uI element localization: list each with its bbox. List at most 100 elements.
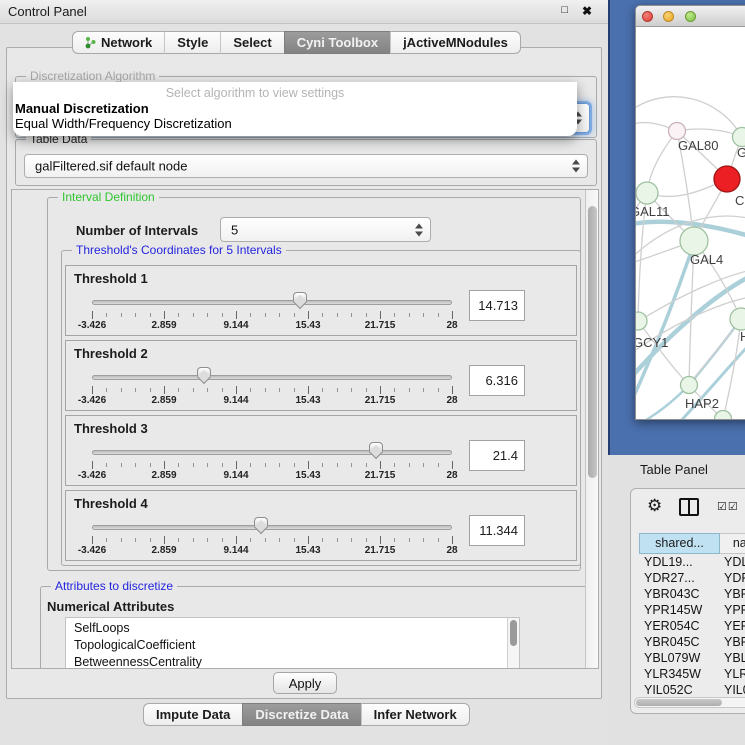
network-canvas[interactable]: GAL80GACGAL11GAL4GCY1HHAP2 xyxy=(636,27,745,419)
table-row[interactable]: YBR043CYBR0 xyxy=(639,586,745,602)
number-of-intervals-combobox[interactable]: 5 xyxy=(220,217,431,242)
tab-impute-data[interactable]: Impute Data xyxy=(143,703,242,726)
table-data-combobox[interactable]: galFiltered.sif default node xyxy=(24,154,588,178)
float-window-icon[interactable]: □ xyxy=(561,4,568,16)
threshold-value-field[interactable]: 11.344 xyxy=(469,515,525,546)
scrollbar-thumb[interactable] xyxy=(636,699,722,706)
column-header-shared[interactable]: shared... xyxy=(639,533,720,554)
table-row[interactable]: YDL19...YDL1 xyxy=(639,554,745,570)
threshold-box: Threshold 4 -3.4262.8599.14415.4321.71528… xyxy=(65,490,577,561)
tab-select[interactable]: Select xyxy=(220,31,283,54)
tab-infer-network[interactable]: Infer Network xyxy=(361,703,470,726)
network-node[interactable] xyxy=(680,227,708,255)
menu-item-equal-width-frequency[interactable]: Equal Width/Frequency Discretization xyxy=(13,116,577,131)
slider-track[interactable] xyxy=(92,375,452,380)
table-row[interactable]: YBR045CYBR0 xyxy=(639,634,745,650)
cell-name: YBR0 xyxy=(720,634,745,650)
table-data-value: galFiltered.sif default node xyxy=(35,159,187,174)
attribute-item[interactable]: TopologicalCoefficient xyxy=(74,637,519,654)
scrollbar-thumb[interactable] xyxy=(510,620,517,646)
slider-thumb[interactable] xyxy=(197,367,211,385)
combo-arrows-icon xyxy=(572,160,580,173)
tab-network[interactable]: Network xyxy=(72,31,164,54)
cell-shared-name: YBR043C xyxy=(639,586,720,602)
table-row[interactable]: YBL079WYBL0 xyxy=(639,650,745,666)
network-node[interactable] xyxy=(733,128,745,147)
threshold-boxes: Threshold 1-3.4262.8599.14415.4321.71528… xyxy=(65,265,577,565)
network-node[interactable] xyxy=(730,308,745,330)
table-row[interactable]: YDR27...YDR2 xyxy=(639,570,745,586)
minimize-traffic-light-icon[interactable] xyxy=(663,11,674,22)
network-window-titlebar[interactable] xyxy=(636,6,745,27)
slider-thumb[interactable] xyxy=(369,442,383,460)
node-label: GCY1 xyxy=(636,335,668,350)
tab-discretize-data[interactable]: Discretize Data xyxy=(242,703,360,726)
threshold-slider[interactable]: -3.4262.8599.14415.4321.71528 xyxy=(92,294,452,332)
threshold-value-field[interactable]: 6.316 xyxy=(469,365,525,396)
cell-shared-name: YBL079W xyxy=(639,650,720,666)
node-label: GAL4 xyxy=(690,252,723,267)
threshold-slider[interactable]: -3.4262.8599.14415.4321.71528 xyxy=(92,369,452,407)
table-header: shared... name xyxy=(639,533,745,554)
tab-cyni-toolbox[interactable]: Cyni Toolbox xyxy=(284,31,390,54)
threshold-slider[interactable]: -3.4262.8599.14415.4321.71528 xyxy=(92,444,452,482)
table-panel-box: ⚙ ☑☑ shared... name YDL19...YDL1YDR27...… xyxy=(630,488,745,714)
network-node[interactable] xyxy=(636,182,658,204)
slider-axis-labels: -3.4262.8599.14415.4321.71528 xyxy=(92,545,452,557)
table-panel-title: Table Panel xyxy=(640,462,708,477)
slider-track[interactable] xyxy=(92,300,452,305)
slider-track[interactable] xyxy=(92,450,452,455)
table-row[interactable]: YER054CYER0 xyxy=(639,618,745,634)
attribute-item[interactable]: BetweennessCentrality xyxy=(74,654,519,669)
network-icon xyxy=(85,36,96,49)
network-node[interactable] xyxy=(714,166,740,192)
close-icon[interactable]: ✖ xyxy=(582,4,592,18)
cell-name: YIL0 xyxy=(720,682,745,698)
gear-icon[interactable]: ⚙ xyxy=(647,496,662,516)
slider-track[interactable] xyxy=(92,525,452,530)
apply-button[interactable]: Apply xyxy=(273,672,337,694)
tab-style[interactable]: Style xyxy=(164,31,220,54)
cell-shared-name: YER054C xyxy=(639,618,720,634)
cell-name: YLR3 xyxy=(720,666,745,682)
threshold-value-field[interactable]: 21.4 xyxy=(469,440,525,471)
cyni-toolbox-content: Discretization Algorithm Table Data galF… xyxy=(6,47,602,699)
column-header-name[interactable]: name xyxy=(720,533,745,554)
table-row[interactable]: YIL052CYIL0 xyxy=(639,682,745,698)
network-graph[interactable]: GAL80GACGAL11GAL4GCY1HHAP2 xyxy=(636,27,745,419)
table-horizontal-scrollbar[interactable] xyxy=(634,697,745,708)
cell-shared-name: YDR27... xyxy=(639,570,720,586)
network-node[interactable] xyxy=(636,312,647,330)
slider-thumb[interactable] xyxy=(293,292,307,310)
tab-jactivemnodules[interactable]: jActiveMNodules xyxy=(390,31,521,54)
cell-name: YDR2 xyxy=(720,570,745,586)
node-label: H xyxy=(740,329,745,344)
interval-definition-group: Interval Definition Number of Intervals … xyxy=(47,197,581,571)
cell-shared-name: YLR345W xyxy=(639,666,720,682)
threshold-slider[interactable]: -3.4262.8599.14415.4321.71528 xyxy=(92,519,452,557)
attribute-item[interactable]: SelfLoops xyxy=(74,620,519,637)
zoom-traffic-light-icon[interactable] xyxy=(685,11,696,22)
network-node[interactable] xyxy=(715,411,732,420)
attributes-list-scrollbar[interactable] xyxy=(507,618,519,669)
cell-name: YDL1 xyxy=(720,554,745,570)
slider-thumb[interactable] xyxy=(254,517,268,535)
network-node[interactable] xyxy=(669,123,686,140)
table-row[interactable]: YPR145WYPR1 xyxy=(639,602,745,618)
menu-item-manual-discretization[interactable]: Manual Discretization xyxy=(13,101,577,116)
algorithm-dropdown-popup: Select algorithm to view settings Manual… xyxy=(13,82,577,136)
threshold-label: Threshold 2 xyxy=(74,346,148,361)
threshold-value-field[interactable]: 14.713 xyxy=(469,290,525,321)
network-node[interactable] xyxy=(681,377,698,394)
column-checkboxes-icon[interactable]: ☑☑ xyxy=(717,500,739,513)
settings-scrollbar[interactable] xyxy=(585,190,598,668)
network-view-window: GAL80GACGAL11GAL4GCY1HHAP2 xyxy=(635,5,745,420)
threshold-label: Threshold 4 xyxy=(74,496,148,511)
slider-axis-labels: -3.4262.8599.14415.4321.71528 xyxy=(92,320,452,332)
table-row[interactable]: YLR345WYLR3 xyxy=(639,666,745,682)
scrollbar-thumb[interactable] xyxy=(588,206,597,478)
split-panel-icon[interactable] xyxy=(679,498,699,516)
table-panel-region: Table Panel ⚙ ☑☑ shared... name YDL19...… xyxy=(608,455,745,745)
table-data-group: Table Data galFiltered.sif default node xyxy=(15,139,597,186)
close-traffic-light-icon[interactable] xyxy=(642,11,653,22)
